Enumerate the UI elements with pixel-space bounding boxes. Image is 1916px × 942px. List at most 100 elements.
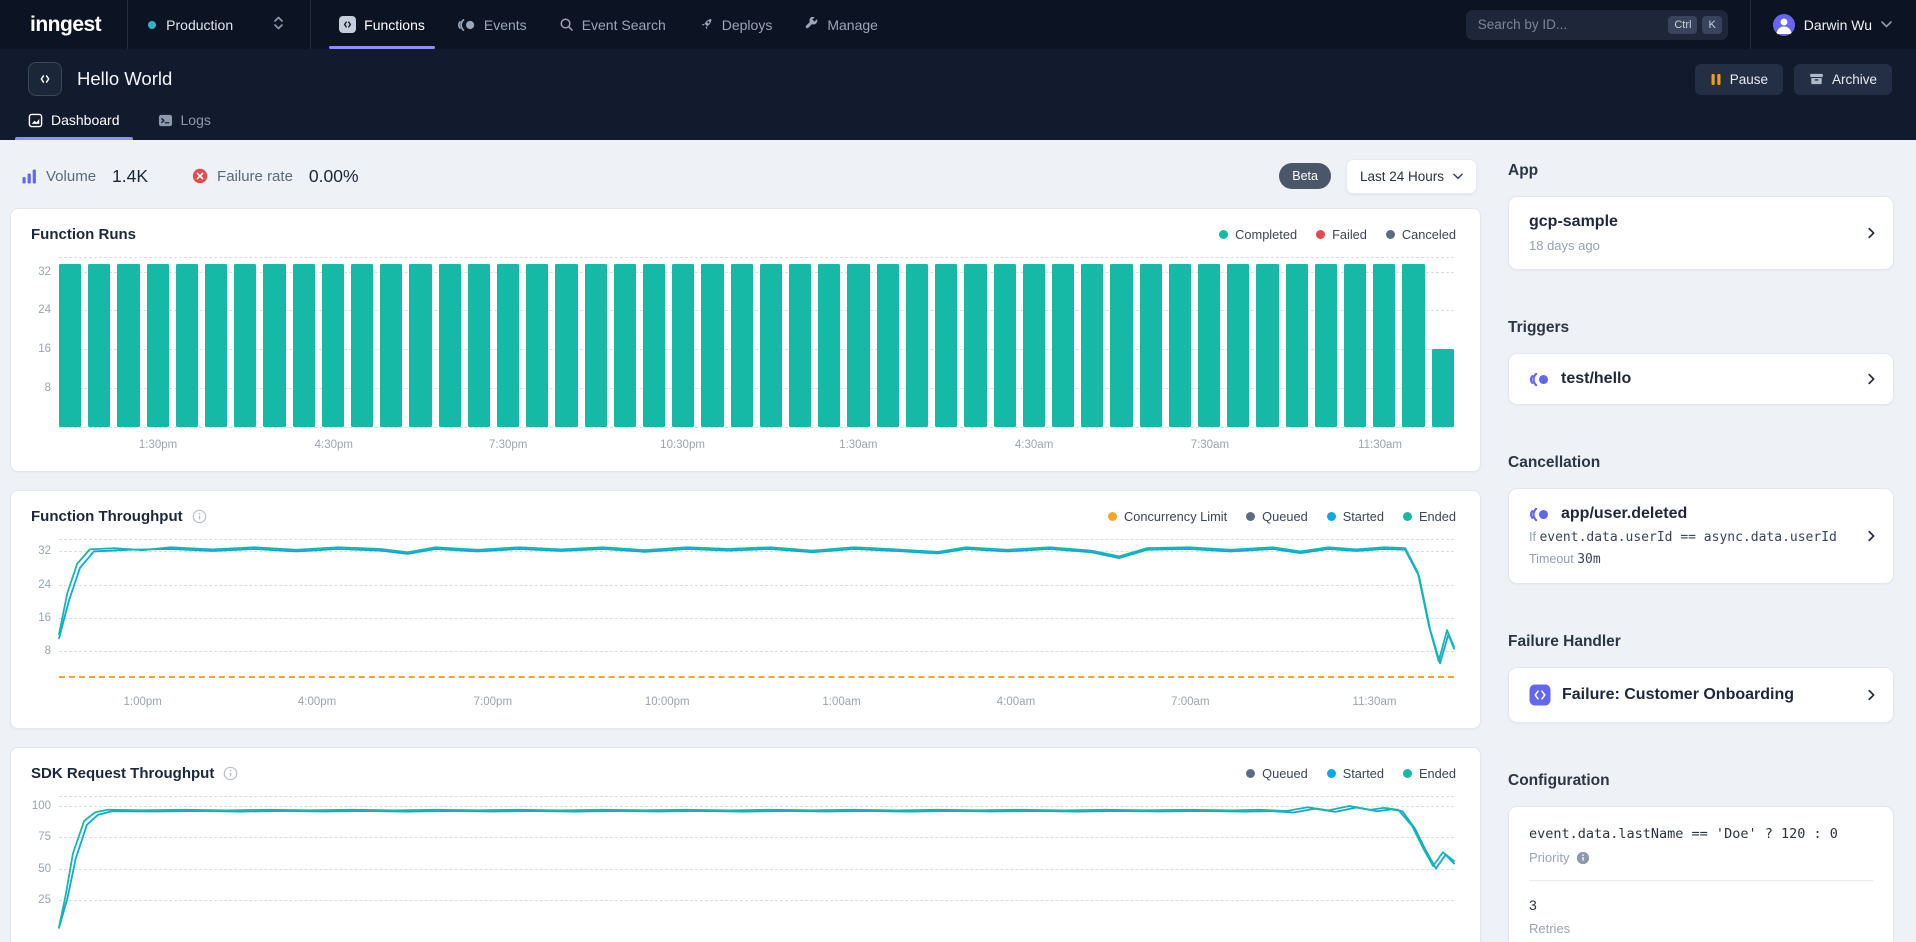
tab-label: Dashboard	[51, 112, 120, 128]
nav-item-event-search[interactable]: Event Search	[543, 0, 682, 49]
legend-dot	[1246, 512, 1255, 521]
bar	[1432, 349, 1454, 427]
app-section: App gcp-sample 18 days ago	[1508, 162, 1894, 270]
trigger-card[interactable]: test/hello	[1508, 353, 1894, 405]
chevron-right-icon	[1864, 226, 1878, 240]
nav-item-functions[interactable]: Functions	[323, 0, 441, 49]
event-signal-icon	[1529, 507, 1550, 522]
series-started	[59, 549, 1454, 663]
nav-item-deploys[interactable]: Deploys	[682, 0, 789, 49]
app-name: gcp-sample	[1529, 213, 1849, 231]
details-sidebar: App gcp-sample 18 days ago Triggers test…	[1508, 140, 1894, 942]
condition-expression: event.data.userId == async.data.userId	[1539, 530, 1836, 545]
legend-dot	[1316, 230, 1325, 239]
tab-label: Logs	[181, 112, 211, 128]
legend-dot	[1219, 230, 1228, 239]
timeout-label: Timeout	[1529, 552, 1574, 566]
environment-selector[interactable]: Production	[128, 0, 310, 49]
inngest-logo[interactable]: inngest	[0, 0, 127, 49]
failure-handler-card[interactable]: Failure: Customer Onboarding	[1508, 667, 1894, 723]
cancellation-section: Cancellation app/user.deleted If event.d…	[1508, 454, 1894, 584]
info-icon[interactable]	[223, 766, 238, 781]
main-content: Volume 1.4K Failure rate 0.00% Beta Last…	[0, 140, 1916, 942]
function-throughput-xaxis: 1:00pm4:00pm7:00pm10:00pm1:00am4:00am7:0…	[59, 692, 1454, 714]
function-tabs: Dashboard Logs	[0, 103, 224, 140]
triggers-section: Triggers test/hello	[1508, 319, 1894, 405]
section-heading: Cancellation	[1508, 454, 1894, 472]
series-started	[59, 808, 1454, 928]
bar	[964, 264, 986, 427]
nav-item-events[interactable]: Events	[441, 0, 543, 49]
failure-handler-name: Failure: Customer Onboarding	[1562, 686, 1794, 704]
y-axis-tick: 24	[21, 304, 51, 316]
pause-icon	[1710, 73, 1722, 86]
bar	[1198, 264, 1220, 427]
search-input[interactable]: Search by ID... Ctrl K	[1466, 10, 1728, 40]
bar	[1256, 264, 1278, 427]
y-axis-tick: 8	[21, 382, 51, 394]
event-signal-icon	[1529, 372, 1550, 387]
series-ended	[59, 806, 1454, 927]
bar	[205, 264, 227, 427]
info-icon[interactable]	[1576, 851, 1590, 865]
sdk-request-throughput-card: SDK Request Throughput QueuedStartedEnde…	[10, 747, 1481, 942]
tab-logs[interactable]: Logs	[145, 103, 224, 140]
volume-label: Volume	[46, 168, 96, 185]
bar	[468, 264, 490, 427]
bar	[731, 264, 753, 427]
nav-item-label: Events	[484, 17, 527, 33]
x-axis-tick: 1:30am	[839, 439, 877, 451]
legend-dot	[1327, 512, 1336, 521]
bar	[555, 264, 577, 427]
x-axis-tick: 10:30pm	[660, 439, 705, 451]
chart-title: Function Throughput	[31, 508, 183, 525]
y-axis-tick: 16	[21, 612, 51, 624]
chevron-right-icon	[1864, 372, 1878, 386]
line-series	[59, 796, 1454, 931]
bar	[877, 264, 899, 427]
bar	[701, 264, 723, 427]
bar	[526, 264, 548, 427]
legend-label: Ended	[1419, 509, 1456, 524]
x-axis-tick: 7:30pm	[489, 439, 527, 451]
legend-item: Completed	[1219, 227, 1297, 242]
legend-item: Concurrency Limit	[1108, 509, 1227, 524]
series-ended	[59, 547, 1454, 661]
bar	[263, 264, 285, 427]
volume-bars-icon	[22, 169, 37, 184]
user-menu[interactable]: Darwin Wu	[1751, 14, 1892, 36]
nav-item-manage[interactable]: Manage	[788, 0, 894, 49]
bar	[789, 264, 811, 427]
line-series	[59, 539, 1454, 684]
failure-rate-value: 0.00%	[309, 166, 359, 187]
time-range-label: Last 24 Hours	[1360, 169, 1444, 184]
cancellation-event-name: app/user.deleted	[1561, 505, 1687, 523]
cancellation-card[interactable]: app/user.deleted If event.data.userId ==…	[1508, 488, 1894, 584]
app-last-deployed: 18 days ago	[1529, 238, 1849, 253]
priority-label: Priority	[1529, 850, 1569, 865]
app-card[interactable]: gcp-sample 18 days ago	[1508, 196, 1894, 270]
bar	[59, 264, 81, 427]
failure-rate-label: Failure rate	[217, 168, 293, 185]
info-icon[interactable]	[192, 509, 207, 524]
section-heading: Configuration	[1508, 772, 1894, 790]
legend-item: Started	[1327, 509, 1384, 524]
bar	[234, 264, 256, 427]
user-name: Darwin Wu	[1804, 17, 1872, 33]
bar	[1315, 264, 1337, 427]
function-code-icon	[28, 62, 62, 96]
legend-item: Queued	[1246, 766, 1308, 781]
time-range-selector[interactable]: Last 24 Hours	[1346, 159, 1477, 194]
configuration-section: Configuration event.data.lastName == 'Do…	[1508, 772, 1894, 942]
legend-label: Concurrency Limit	[1124, 509, 1227, 524]
legend-label: Failed	[1332, 227, 1367, 242]
archive-button[interactable]: Archive	[1794, 64, 1892, 95]
legend-label: Queued	[1262, 509, 1308, 524]
tab-dashboard[interactable]: Dashboard	[15, 103, 133, 140]
function-header: Hello World Pause Archive Dashboard Logs	[0, 49, 1916, 140]
x-axis-tick: 1:30pm	[139, 439, 177, 451]
pause-button[interactable]: Pause	[1695, 64, 1783, 95]
x-axis-tick: 7:30am	[1191, 439, 1229, 451]
bar	[1373, 264, 1395, 427]
bar	[147, 264, 169, 427]
